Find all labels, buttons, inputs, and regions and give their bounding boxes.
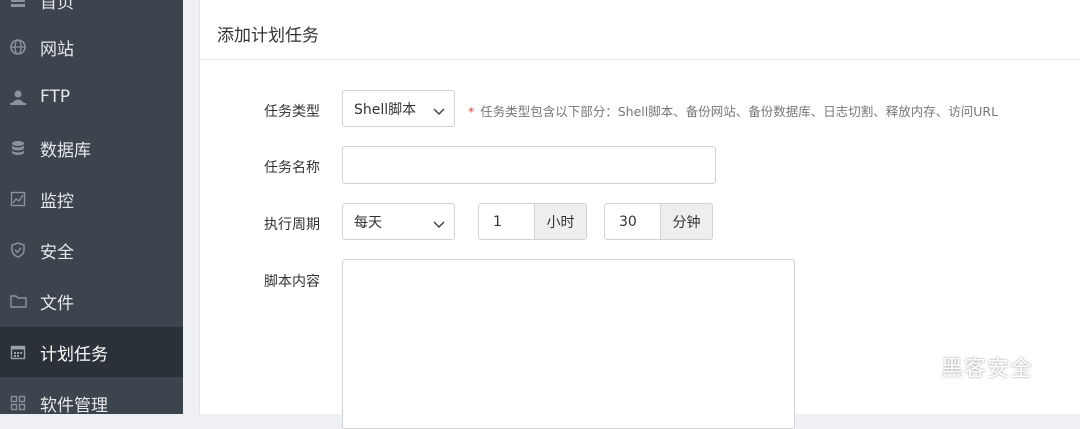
sidebar-item-ftp[interactable]: FTP [0,72,183,122]
task-type-select[interactable]: Shell脚本 [342,90,455,127]
task-type-hint: * 任务类型包含以下部分：Shell脚本、备份网站、备份数据库、日志切割、释放内存… [468,101,998,120]
sidebar-item-label: 计划任务 [40,344,108,365]
required-star: * [468,104,475,119]
folder-icon [9,292,27,310]
minute-input[interactable]: 30 [604,203,661,240]
sidebar-item-files[interactable]: 文件 [0,276,183,326]
sidebar-item-label: 安全 [40,242,74,263]
sidebar-item-cron[interactable]: 计划任务 [0,327,183,377]
panel-header: 添加计划任务 [200,0,1080,60]
task-type-label: 任务类型 [264,104,320,120]
task-name-label: 任务名称 [264,160,320,176]
globe-icon [9,38,27,56]
shield-icon [9,241,27,259]
sidebar-item-label: FTP [40,87,71,107]
task-type-hint-text: 任务类型包含以下部分：Shell脚本、备份网站、备份数据库、日志切割、释放内存、… [480,104,999,119]
sidebar-item-label: 软件管理 [40,395,108,416]
hour-value: 1 [493,213,502,230]
sidebar-item-software[interactable]: 软件管理 [0,378,183,428]
hour-input[interactable]: 1 [478,203,535,240]
calendar-icon [9,343,27,361]
sidebar-item-website[interactable]: 网站 [0,22,183,72]
sidebar-item-label: 监控 [40,191,74,212]
minute-value: 30 [619,213,637,230]
chevron-down-icon [433,217,445,233]
sidebar: 首页 网站 FTP 数据库 监控 安全 文件 计划任务 软件管理 [0,0,183,416]
task-type-value: Shell脚本 [354,101,417,118]
script-label: 脚本内容 [264,274,320,290]
sidebar-item-monitor[interactable]: 监控 [0,174,183,224]
period-frequency-select[interactable]: 每天 [342,203,455,240]
monitor-icon [9,190,27,208]
minute-unit-addon: 分钟 [661,203,713,240]
task-name-input[interactable] [342,146,716,184]
period-label: 执行周期 [264,217,320,233]
sidebar-item-label: 网站 [40,39,74,60]
page-title: 添加计划任务 [217,26,319,46]
watermark-text: 黑客安全 [941,357,1034,382]
hour-unit-addon: 小时 [535,203,587,240]
chevron-down-icon [433,104,445,120]
ftp-user-icon [9,88,27,106]
sidebar-item-label: 首页 [40,0,74,13]
sidebar-item-database[interactable]: 数据库 [0,123,183,173]
sidebar-item-label: 文件 [40,293,74,314]
script-content-textarea[interactable] [342,259,795,429]
home-icon [9,0,27,9]
wechat-icon [893,349,933,385]
period-frequency-value: 每天 [354,214,382,231]
sidebar-item-security[interactable]: 安全 [0,225,183,275]
watermark: 黑客安全 [893,349,1033,385]
database-icon [9,139,27,157]
sidebar-item-label: 数据库 [40,140,91,161]
grid-icon [9,394,27,412]
